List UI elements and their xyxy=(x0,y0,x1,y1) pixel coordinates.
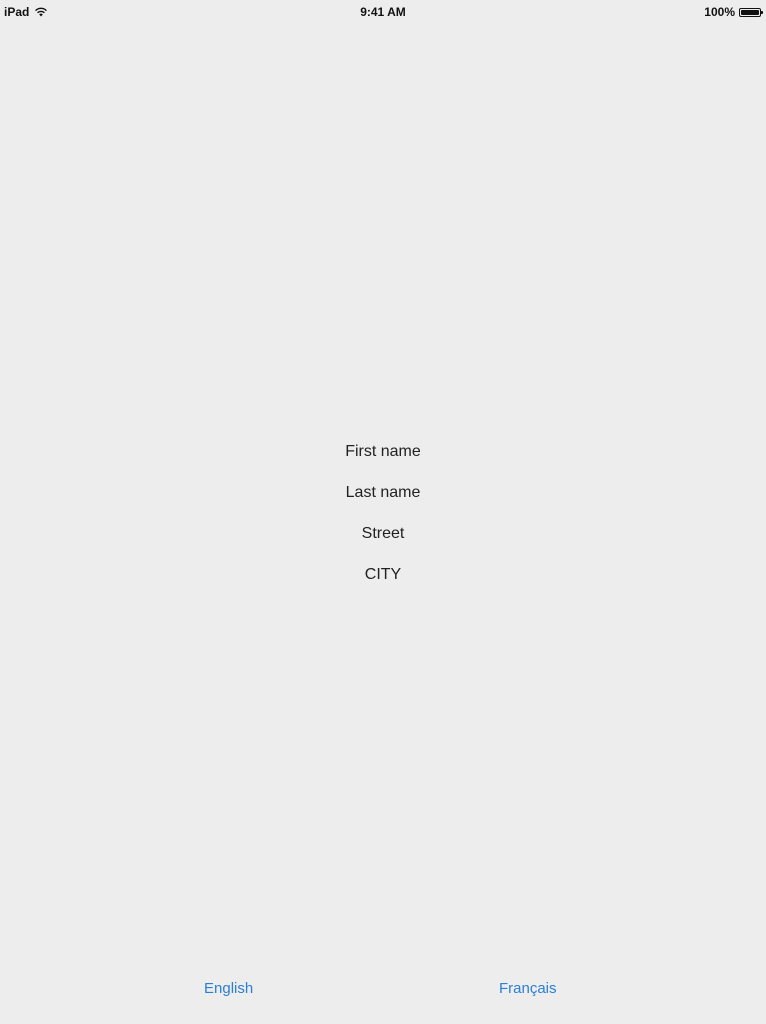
english-button[interactable]: English xyxy=(204,980,253,997)
street-label: Street xyxy=(361,525,405,542)
status-right: 100% xyxy=(704,5,763,19)
battery-icon xyxy=(739,7,763,17)
french-button[interactable]: Français xyxy=(499,980,557,997)
battery-percent: 100% xyxy=(704,5,735,19)
city-label: CITY xyxy=(364,566,402,583)
last-name-label: Last name xyxy=(345,484,421,501)
status-bar: iPad 9:41 AM 100% xyxy=(0,0,766,24)
first-name-label: First name xyxy=(345,443,421,460)
address-fields: First name Last name Street CITY xyxy=(0,440,766,604)
status-time: 9:41 AM xyxy=(360,5,406,19)
